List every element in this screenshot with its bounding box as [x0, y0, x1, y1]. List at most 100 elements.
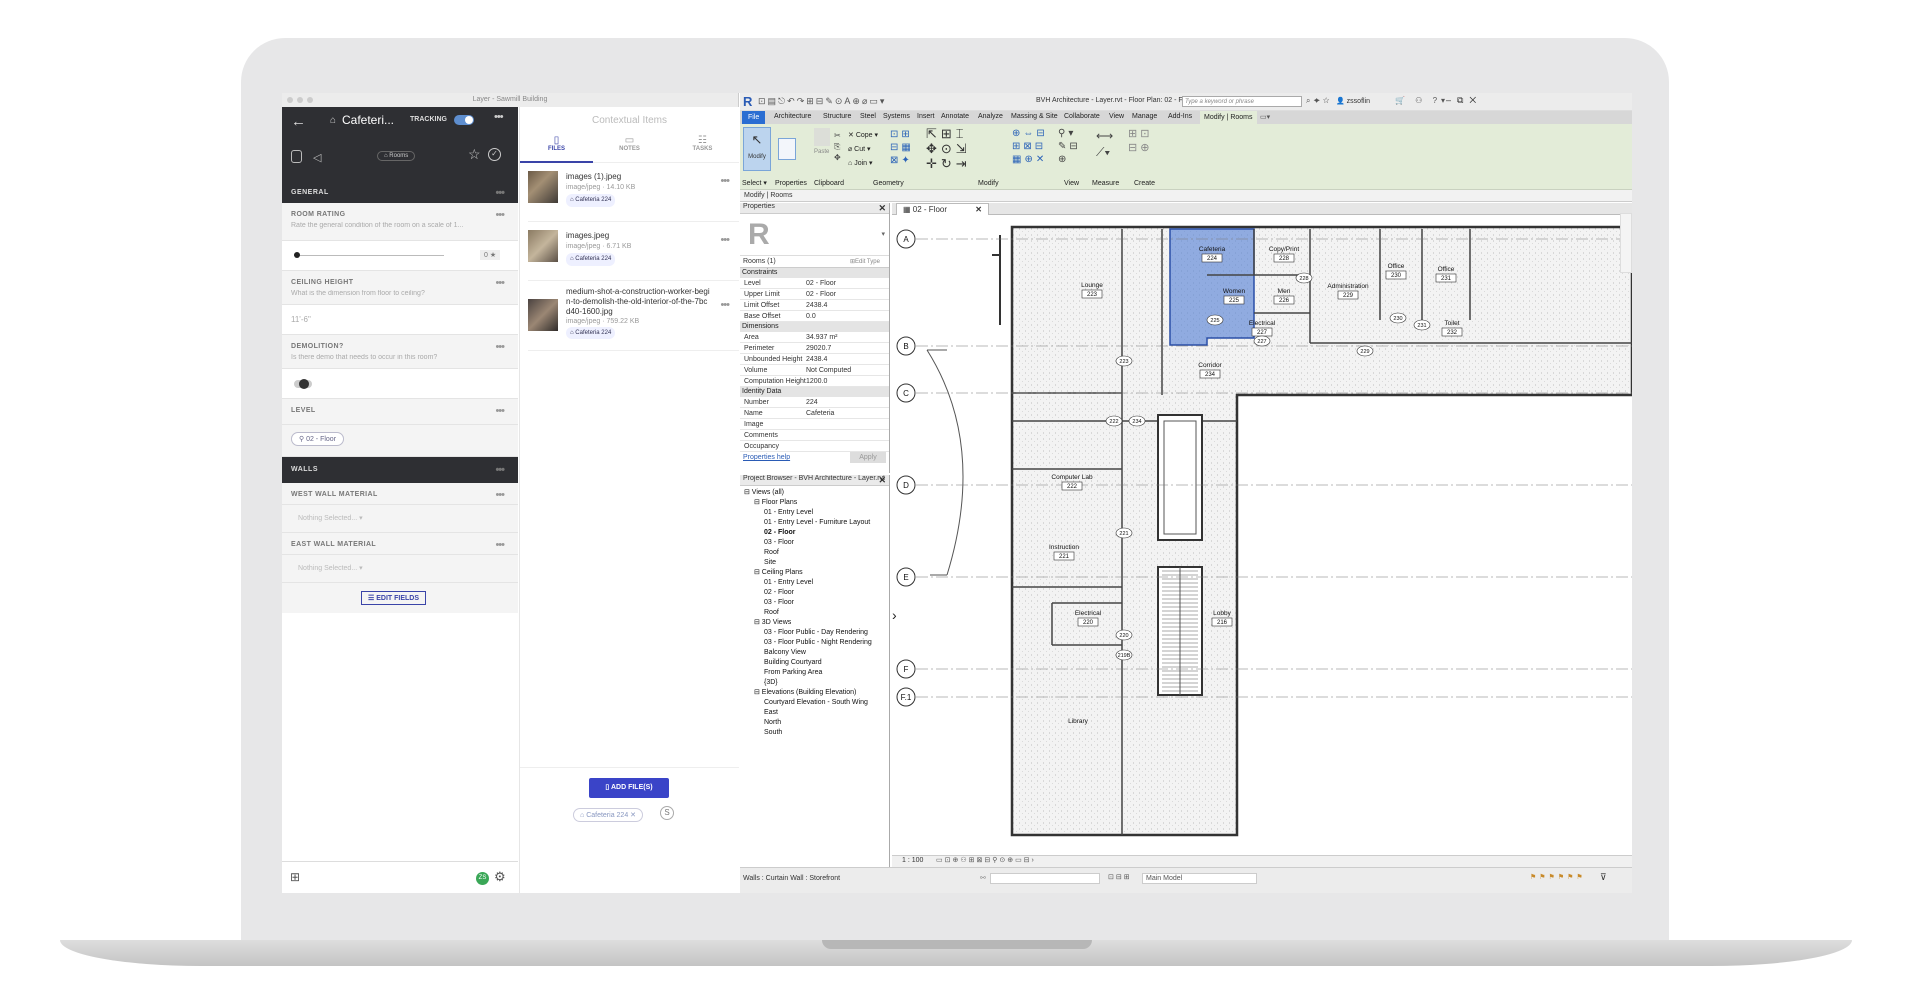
type-selector[interactable]: Rooms (1) [743, 258, 776, 265]
group-dimensions[interactable]: Dimensions [740, 322, 889, 332]
ribbon-options-icon[interactable]: ▭▾ [1260, 113, 1270, 121]
apply-button[interactable]: Apply [850, 452, 886, 463]
ceiling-height-input[interactable]: 11'-6" [291, 315, 311, 324]
close-icon[interactable]: ✕ [975, 205, 982, 214]
property-row[interactable]: Base Offset 0.0 [740, 311, 889, 322]
search-input[interactable]: Type a keyword or phrase [1182, 96, 1302, 107]
rating-slider-track[interactable] [294, 255, 444, 256]
browser-node[interactable]: Site [740, 558, 889, 568]
type-dropdown-icon[interactable]: ▾ [881, 230, 885, 238]
tab-manage[interactable]: Manage [1132, 113, 1157, 120]
tab-file[interactable]: File [742, 111, 766, 124]
browser-node[interactable]: ⊟ Ceiling Plans [740, 568, 889, 578]
browser-node[interactable]: East [740, 708, 889, 718]
property-row[interactable]: Level 02 - Floor [740, 278, 889, 289]
tab-structure[interactable]: Structure [823, 113, 851, 120]
window-zoom-dot[interactable] [307, 97, 313, 103]
property-value[interactable]: 1200.0 [806, 376, 827, 387]
property-row[interactable]: Upper Limit 02 - Floor [740, 289, 889, 300]
property-value[interactable]: 224 [806, 397, 818, 408]
create-tools[interactable]: ⊞⊡ ⊟⊕ [1128, 127, 1152, 155]
tab-addins[interactable]: Add-Ins [1168, 113, 1192, 120]
property-row[interactable]: Volume Not Computed [740, 365, 889, 376]
check-circle-icon[interactable]: ✓ [488, 148, 501, 161]
tab-notes[interactable]: ▭ NOTES [593, 135, 666, 163]
property-value[interactable]: 2438.4 [806, 300, 827, 311]
field-menu-icon[interactable]: ••• [495, 277, 505, 289]
properties-help-link[interactable]: Properties help [743, 454, 790, 461]
rating-slider-handle[interactable] [294, 252, 300, 258]
browser-node[interactable]: ⊟ Views (all) [740, 488, 889, 498]
avatar[interactable]: ZS [476, 872, 489, 885]
edit-type-button[interactable]: ⊞Edit Type [850, 258, 880, 265]
property-row[interactable]: Image [740, 419, 889, 430]
clipboard-tools[interactable]: ✂ ⎘ ✥ [834, 130, 841, 163]
property-value[interactable]: 02 - Floor [806, 289, 836, 300]
browser-node[interactable]: 01 - Entry Level - Furniture Layout [740, 518, 889, 528]
tab-architecture[interactable]: Architecture [774, 113, 811, 120]
tab-systems[interactable]: Systems [883, 113, 910, 120]
star-icon[interactable]: ☆ [468, 146, 481, 163]
paste-icon[interactable] [814, 128, 830, 146]
tab-tasks[interactable]: ☷ TASKS [666, 135, 739, 163]
workset-selector[interactable] [990, 873, 1100, 884]
file-tag[interactable]: ⌂ Cafeteria 224 [566, 327, 616, 339]
browser-node[interactable]: South [740, 728, 889, 738]
filter-chip[interactable]: ⌂ Cafeteria 224 ✕ [573, 808, 644, 822]
scale-selector[interactable]: 1 : 100 [902, 857, 923, 864]
browser-node[interactable]: Balcony View [740, 648, 889, 658]
browser-node[interactable]: 03 - Floor [740, 598, 889, 608]
browser-node[interactable]: Roof [740, 548, 889, 558]
file-menu-icon[interactable]: ••• [720, 175, 730, 187]
qat-tools[interactable]: ⊡▤⎋↶↷⊞⊟✎⊙A⊕⌀▭▾ [758, 96, 886, 107]
tab-massing-site[interactable]: Massing & Site [1011, 113, 1058, 120]
help-icons[interactable]: 🛒 ⚇ ?▾ [1395, 96, 1449, 105]
property-row[interactable]: Limit Offset 2438.4 [740, 300, 889, 311]
view-tools[interactable]: ⚲▾ ✎⊟ ⊕ [1058, 127, 1081, 166]
property-row[interactable]: Perimeter 29020.7 [740, 343, 889, 354]
geometry-tools[interactable]: ✕ Cope ▾ ⌀ Cut ▾ ⌂ Join ▾ [848, 129, 878, 171]
group-identity-data[interactable]: Identity Data [740, 387, 889, 397]
view-tab[interactable]: ▦ 02 - Floor ✕ [896, 203, 989, 215]
navigation-bar[interactable] [1620, 213, 1632, 273]
property-value[interactable]: Cafeteria [806, 408, 834, 419]
search-tools-icon[interactable]: ⌕✦☆ [1306, 96, 1332, 106]
tab-files[interactable]: ▯ FILES [520, 135, 593, 163]
layers-icon[interactable] [291, 150, 302, 163]
property-value[interactable]: 29020.7 [806, 343, 831, 354]
modify-small-tools[interactable]: ⊕⇔⊟ ⊞⊠⊟ ▦⊕✕ [1012, 127, 1048, 166]
property-value[interactable]: 02 - Floor [806, 278, 836, 289]
file-item[interactable]: medium-shot-a-construction-worker-begin-… [528, 281, 739, 351]
chip-close-icon[interactable]: ✕ [630, 812, 636, 819]
rooms-chip[interactable]: ⌂ Rooms [377, 151, 416, 161]
property-row[interactable]: Unbounded Height 2438.4 [740, 354, 889, 365]
window-controls[interactable]: –⧉✕ [1446, 95, 1482, 106]
layer-logo-icon[interactable]: S [660, 806, 674, 820]
browser-node[interactable]: Roof [740, 608, 889, 618]
property-value[interactable]: 34.937 m² [806, 332, 838, 343]
file-item[interactable]: images (1).jpeg image/jpeg · 14.10 KB ⌂ Ca… [528, 163, 739, 222]
add-files-button[interactable]: ▯ ADD FILE(S) [589, 778, 669, 798]
browser-node[interactable]: 01 - Entry Level [740, 508, 889, 518]
browser-node[interactable]: 03 - Floor Public - Day Rendering [740, 628, 889, 638]
tracking-toggle[interactable] [454, 115, 474, 125]
east-wall-select[interactable]: Nothing Selected... ▾ [298, 564, 363, 572]
view-controls-icons[interactable]: ▭⊡⊕⚇⊞⊠⊟⚲⊙⊕▭⊟› [936, 856, 1036, 864]
browser-node[interactable]: ⊟ Floor Plans [740, 498, 889, 508]
tab-modify-rooms[interactable]: Modify | Rooms [1200, 111, 1257, 124]
field-menu-icon[interactable]: ••• [495, 341, 505, 353]
section-menu-icon[interactable]: ••• [495, 457, 505, 483]
property-row[interactable]: Occupancy [740, 441, 889, 452]
user-name[interactable]: 👤 zssoflin [1336, 97, 1370, 105]
megaphone-icon[interactable]: ◁ [313, 151, 321, 164]
modify-tools[interactable]: ⇱⊞⌶ ✥⊙⇲ ✛↻⇥ [926, 126, 971, 171]
more-menu-icon[interactable]: ••• [494, 111, 504, 123]
demolition-toggle[interactable] [294, 379, 312, 389]
modify-button[interactable]: ↖ Modify [743, 127, 771, 171]
browser-node[interactable]: 03 - Floor Public - Night Rendering [740, 638, 889, 648]
file-menu-icon[interactable]: ••• [720, 299, 730, 311]
browser-node[interactable]: ⊟ Elevations (Building Elevation) [740, 688, 889, 698]
selection-filter-icons[interactable]: ⚑⚑⚑⚑⚑⚑ [1530, 873, 1586, 881]
browser-node[interactable]: 01 - Entry Level [740, 578, 889, 588]
filter-icon[interactable]: ⊽ [1600, 872, 1607, 883]
